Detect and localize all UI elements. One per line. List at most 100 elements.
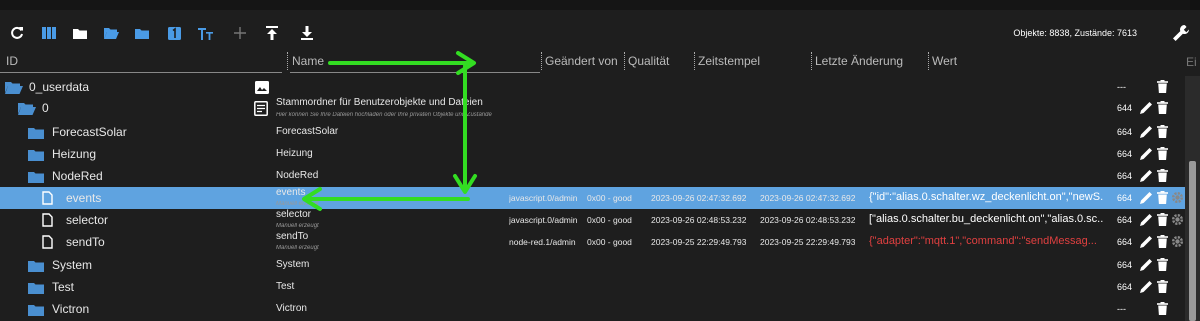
folder-open-icon[interactable]	[18, 102, 36, 120]
trash-icon[interactable]	[1157, 213, 1168, 231]
object-state-counts: Objekte: 8838, Zustände: 7613	[1013, 28, 1137, 38]
table-row[interactable]: NodeRed NodeRed 664	[0, 165, 1185, 187]
row-id[interactable]: sendTo	[66, 235, 105, 249]
settings-wrench-button[interactable]	[1172, 24, 1190, 47]
table-row[interactable]: events events Manuell erzeugt javascript.0/…	[0, 187, 1185, 209]
row-name[interactable]: Heizung	[276, 148, 536, 159]
columns-icon	[42, 27, 56, 39]
col-separator[interactable]	[624, 52, 625, 70]
refresh-button[interactable]	[4, 18, 30, 48]
pencil-icon[interactable]	[1140, 213, 1153, 231]
trash-icon[interactable]	[1157, 258, 1168, 276]
row-id[interactable]: Test	[52, 280, 74, 294]
table-row[interactable]: Test Test 664	[0, 276, 1185, 298]
row-name[interactable]: sendTo	[276, 231, 512, 242]
row-id[interactable]: System	[52, 258, 92, 272]
pencil-icon[interactable]	[1140, 147, 1153, 165]
table-row[interactable]: ForecastSolar ForecastSolar 664	[0, 121, 1185, 143]
folder-button[interactable]	[67, 18, 93, 48]
col-separator[interactable]	[287, 52, 288, 70]
col-separator[interactable]	[694, 52, 695, 70]
col-separator[interactable]	[928, 52, 929, 70]
row-id[interactable]: ForecastSolar	[52, 125, 127, 139]
col-extra-header: Ei	[1186, 55, 1197, 69]
col-separator[interactable]	[541, 52, 542, 70]
row-id[interactable]: selector	[66, 213, 108, 227]
row-acl: 644	[1117, 103, 1133, 113]
col-last-change-header[interactable]: Letzte Änderung	[815, 54, 903, 68]
folder-icon[interactable]	[28, 126, 44, 144]
row-id[interactable]: 0_userdata	[29, 80, 89, 94]
folder-icon	[135, 29, 149, 39]
gear-icon[interactable]	[1171, 191, 1184, 209]
col-quality-header[interactable]: Qualität	[628, 54, 669, 68]
col-id-header[interactable]: ID	[6, 54, 18, 68]
pencil-icon[interactable]	[1140, 125, 1153, 143]
columns-button[interactable]	[36, 18, 62, 48]
trash-icon[interactable]	[1157, 125, 1168, 143]
add-button[interactable]	[227, 18, 253, 48]
trash-icon[interactable]	[1157, 302, 1168, 320]
col-timestamp-header[interactable]: Zeitstempel	[698, 54, 760, 68]
table-row[interactable]: Heizung Heizung 664	[0, 143, 1185, 165]
upload-button[interactable]	[259, 18, 285, 48]
row-value[interactable]: ["alias.0.schalter.bu_deckenlicht.on","a…	[869, 213, 1103, 225]
table-row[interactable]: 0 Stammordner für Benutzerobjekte und Dat…	[0, 97, 1185, 119]
col-name-header[interactable]: Name	[292, 54, 324, 68]
pencil-icon[interactable]	[1140, 235, 1153, 253]
row-value[interactable]: {"adapter":"mqtt.1","command":"sendMessa…	[869, 235, 1103, 247]
col-value-header[interactable]: Wert	[932, 54, 957, 68]
expand-all-button[interactable]	[98, 18, 124, 48]
trash-icon[interactable]	[1157, 169, 1168, 187]
level-button[interactable]	[161, 18, 187, 48]
table-row[interactable]: Victron Victron ---	[0, 298, 1185, 320]
row-name[interactable]: Victron	[276, 303, 536, 314]
row-description: Manuell erzeugt	[276, 201, 319, 207]
folder-icon[interactable]	[28, 170, 44, 188]
folder-icon[interactable]	[28, 281, 44, 299]
folder-icon[interactable]	[28, 303, 44, 321]
trash-icon[interactable]	[1157, 191, 1168, 209]
file-icon[interactable]	[42, 235, 53, 254]
gear-icon[interactable]	[1171, 213, 1184, 231]
row-value[interactable]: {"id":"alias.0.schalter.wz_deckenlicht.o…	[869, 191, 1103, 203]
folder-icon[interactable]	[28, 259, 44, 277]
row-name[interactable]: events	[276, 187, 512, 198]
row-name[interactable]: Test	[276, 281, 536, 292]
pencil-icon[interactable]	[1140, 191, 1153, 209]
table-row[interactable]: System System 664	[0, 254, 1185, 276]
folder-icon[interactable]	[28, 148, 44, 166]
trash-icon[interactable]	[1157, 147, 1168, 165]
pencil-icon[interactable]	[1140, 169, 1153, 187]
trash-icon[interactable]	[1157, 80, 1168, 98]
trash-icon[interactable]	[1157, 280, 1168, 298]
scrollbar-thumb[interactable]	[1189, 161, 1196, 321]
row-id[interactable]: Victron	[52, 302, 89, 316]
pencil-icon[interactable]	[1140, 258, 1153, 276]
row-name[interactable]: ForecastSolar	[276, 126, 536, 137]
row-id[interactable]: events	[66, 191, 101, 205]
row-id[interactable]: NodeRed	[52, 169, 103, 183]
row-id[interactable]: Heizung	[52, 147, 96, 161]
pencil-icon[interactable]	[1140, 101, 1153, 119]
trash-icon[interactable]	[1157, 101, 1168, 119]
row-id[interactable]: 0	[42, 101, 49, 115]
col-separator[interactable]	[811, 52, 812, 70]
row-name[interactable]: System	[276, 259, 536, 270]
table-row[interactable]: sendTo sendTo Manuell erzeugt node-red.1/ad…	[0, 231, 1185, 253]
row-name[interactable]: selector	[276, 209, 512, 220]
col-changed-by-header[interactable]: Geändert von	[545, 54, 618, 68]
download-button[interactable]	[294, 18, 320, 48]
row-name[interactable]: Stammordner für Benutzerobjekte und Date…	[276, 97, 512, 108]
file-icon[interactable]	[42, 213, 53, 232]
table-row[interactable]: selector selector Manuell erzeugt javascrip…	[0, 209, 1185, 231]
text-size-button[interactable]	[193, 18, 219, 48]
scrollbar[interactable]	[1185, 76, 1200, 321]
file-icon[interactable]	[42, 191, 53, 210]
table-row[interactable]: 0_userdata ---	[0, 76, 1185, 98]
row-name[interactable]: NodeRed	[276, 170, 536, 181]
pencil-icon[interactable]	[1140, 280, 1153, 298]
trash-icon[interactable]	[1157, 235, 1168, 253]
collapse-all-button[interactable]	[129, 18, 155, 48]
gear-icon[interactable]	[1171, 235, 1184, 253]
